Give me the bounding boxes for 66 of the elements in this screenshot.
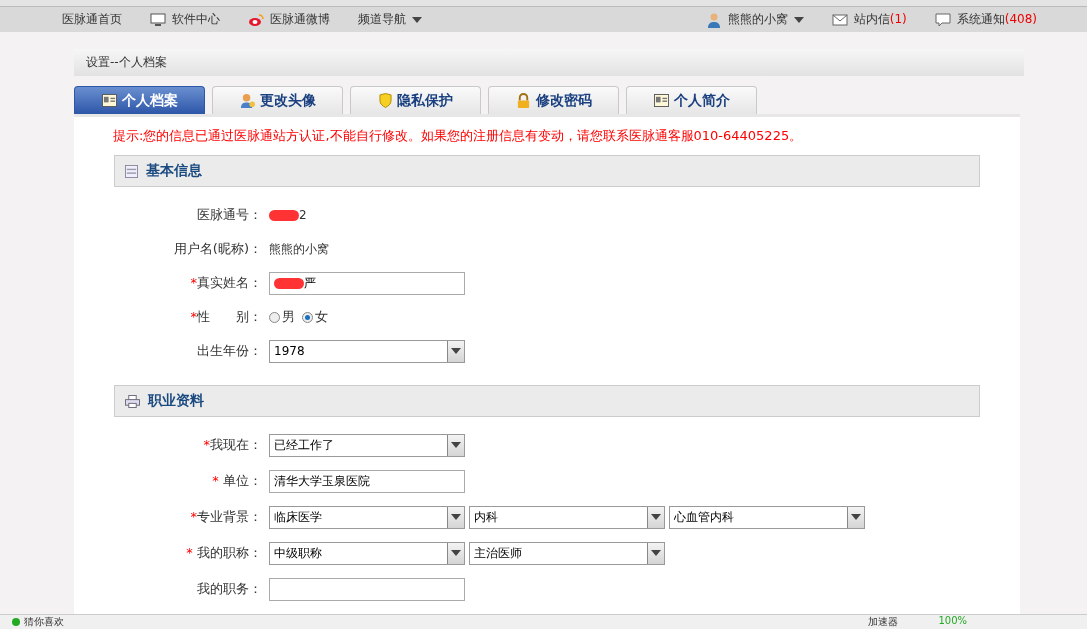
radio-button[interactable] [302, 311, 313, 323]
field-label: * 我的职称： [185, 544, 262, 562]
input-field[interactable]: 清华大学玉泉医院 [269, 469, 465, 493]
field-label: *专业背景： [189, 508, 262, 526]
status-text[interactable]: 加速器 [868, 615, 899, 629]
dropdown-field[interactable]: 已经工作了 [269, 433, 465, 457]
caret-icon [451, 550, 461, 556]
status-text: 猜你喜欢 [24, 615, 64, 629]
user-icon [705, 11, 722, 28]
dropdown-field[interactable]: 主治医师 [469, 541, 665, 565]
field-label: 医脉通号： [196, 206, 262, 224]
caret-icon [451, 348, 461, 354]
field-label: 我的职务： [196, 580, 262, 598]
field-label: 用户名(昵称)： [172, 240, 262, 258]
field-label: 出生年份： [196, 342, 262, 360]
field-label: * 单位： [211, 472, 262, 490]
person-icon [239, 93, 255, 108]
nav-link[interactable]: 软件中心 [172, 11, 220, 28]
tab[interactable]: 隐私保护 [350, 86, 481, 114]
speech-bubble-icon [934, 11, 951, 28]
breadcrumb: 设置--个人档案 [86, 54, 167, 71]
field-label: *真实姓名： [189, 274, 262, 292]
dropdown-field[interactable]: 心血管内科 [669, 505, 865, 529]
section-title: 基本信息 [146, 162, 202, 180]
caret-icon [412, 16, 422, 23]
caret-icon [793, 16, 804, 23]
nav-link[interactable]: 熊熊的小窝 [727, 11, 788, 28]
shield-icon [378, 93, 392, 108]
caret-icon [651, 514, 661, 520]
nav-link[interactable]: 频道导航 [358, 11, 406, 28]
nav-link[interactable]: 医脉通微博 [270, 11, 330, 28]
input-field[interactable] [269, 577, 465, 601]
tab[interactable]: 修改密码 [488, 86, 619, 114]
caret-icon [651, 550, 661, 556]
caret-icon [851, 514, 861, 520]
radio-button[interactable] [269, 311, 280, 323]
nav-link[interactable]: 站内信(1) [853, 11, 907, 28]
dropdown-field[interactable]: 中级职称 [269, 541, 465, 565]
radio-label: 女 [315, 308, 328, 326]
dropdown-field[interactable]: 1978 [269, 339, 465, 363]
field-value: 2 [299, 208, 307, 222]
caret-icon [451, 514, 461, 520]
tab[interactable]: 个人简介 [626, 86, 757, 114]
caret-icon [451, 442, 461, 448]
status-dot-icon [12, 618, 20, 626]
monitor-icon [150, 11, 166, 28]
notice-text: 提示:您的信息已通过医脉通站方认证,不能自行修改。如果您的注册信息有变动，请您联系医脉通客服010-64405225。 [113, 127, 804, 145]
lock-icon [515, 93, 531, 108]
weibo-icon [248, 11, 264, 28]
id-card-icon [101, 94, 117, 107]
tab[interactable]: 个人档案 [74, 86, 205, 114]
nav-link[interactable]: 系统通知(408) [956, 11, 1037, 28]
mail-icon [831, 11, 848, 28]
input-field[interactable]: 严 [269, 271, 465, 295]
dropdown-field[interactable]: 临床医学 [269, 505, 465, 529]
field-value: 熊熊的小窝 [269, 240, 329, 258]
section-title: 职业资料 [148, 392, 204, 410]
field-label: *我现在： [202, 436, 262, 454]
list-icon [125, 164, 138, 178]
radio-label: 男 [282, 308, 295, 326]
dropdown-field[interactable]: 内科 [469, 505, 665, 529]
printer-icon [125, 394, 140, 408]
nav-link[interactable]: 医脉通首页 [62, 11, 122, 28]
id-card-icon [653, 94, 669, 107]
tab[interactable]: 更改头像 [212, 86, 343, 114]
field-label: *性 别： [189, 308, 262, 326]
